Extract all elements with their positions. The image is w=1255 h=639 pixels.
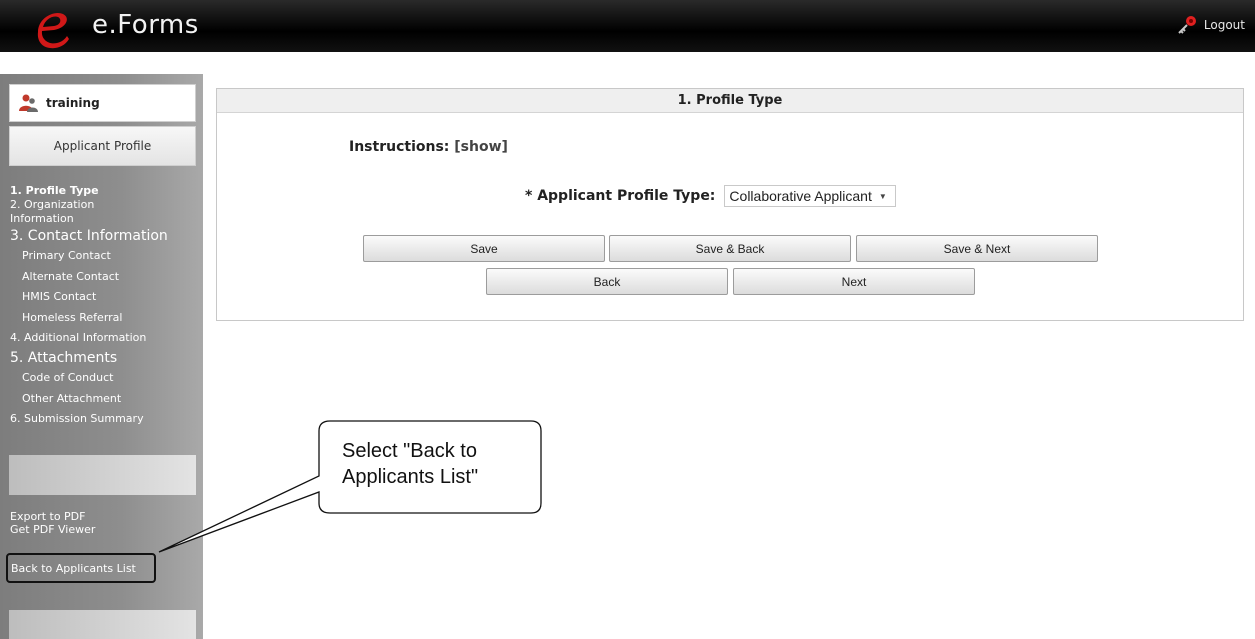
back-to-applicants-list-link[interactable]: Back to Applicants List [6,553,156,583]
save-and-next-button[interactable]: Save & Next [856,235,1098,262]
sidebar-tools: Export to PDF Get PDF Viewer [10,510,95,536]
sidebar: training Applicant Profile 1. Profile Ty… [0,74,203,639]
sidebar-item-contact-information[interactable]: 3. Contact Information [10,226,200,246]
profile-type-field: * Applicant Profile Type: Collaborative … [525,185,896,207]
profile-type-label: * Applicant Profile Type: [525,188,716,204]
export-pdf-link[interactable]: Export to PDF [10,510,95,523]
sidebar-item-primary-contact[interactable]: Primary Contact [10,246,200,267]
page-title: 1. Profile Type [217,89,1243,113]
sidebar-divider-panel [9,455,196,495]
logout-label: Logout [1203,18,1245,32]
sidebar-item-alternate-contact[interactable]: Alternate Contact [10,267,200,288]
profile-type-select[interactable]: Collaborative Applicant ▼ [724,185,896,207]
callout-text: Select "Back to Applicants List" [342,440,479,488]
app-logo-text: e.Forms [92,10,199,40]
chevron-down-icon: ▼ [878,191,887,201]
sidebar-bottom-panel [9,610,196,639]
user-box: training [9,84,196,122]
sidebar-item-hmis-contact[interactable]: HMIS Contact [10,287,200,308]
profile-type-panel: 1. Profile Type Instructions: [show] * A… [216,88,1244,321]
sidebar-item-additional-information[interactable]: 4. Additional Information [10,328,200,348]
applicant-profile-tab[interactable]: Applicant Profile [9,126,196,166]
sidebar-item-code-of-conduct[interactable]: Code of Conduct [10,368,200,389]
get-pdf-viewer-link[interactable]: Get PDF Viewer [10,523,95,536]
logout-button[interactable]: Logout [1176,14,1245,36]
sidebar-item-submission-summary[interactable]: 6. Submission Summary [10,409,200,429]
key-icon [1178,16,1196,34]
instructions-row: Instructions: [show] [349,139,508,155]
app-header: e.Forms Logout [0,0,1255,52]
back-button[interactable]: Back [486,268,728,295]
save-and-back-button[interactable]: Save & Back [609,235,851,262]
instructions-label: Instructions: [349,139,450,155]
sidebar-nav: 1. Profile Type 2. Organization Informat… [10,184,200,429]
instructions-show-link[interactable]: [show] [454,139,508,155]
save-button[interactable]: Save [363,235,605,262]
sidebar-item-profile-type[interactable]: 1. Profile Type [10,184,200,198]
next-button[interactable]: Next [733,268,975,295]
sidebar-item-attachments[interactable]: 5. Attachments [10,348,200,368]
user-name: training [46,96,100,110]
sidebar-item-homeless-referral[interactable]: Homeless Referral [10,308,200,329]
eforms-logo-icon [37,12,69,49]
user-icon [19,94,38,112]
profile-type-value: Collaborative Applicant [729,188,872,204]
sidebar-item-other-attachment[interactable]: Other Attachment [10,389,200,410]
sidebar-item-organization-information[interactable]: 2. Organization Information [10,198,150,226]
